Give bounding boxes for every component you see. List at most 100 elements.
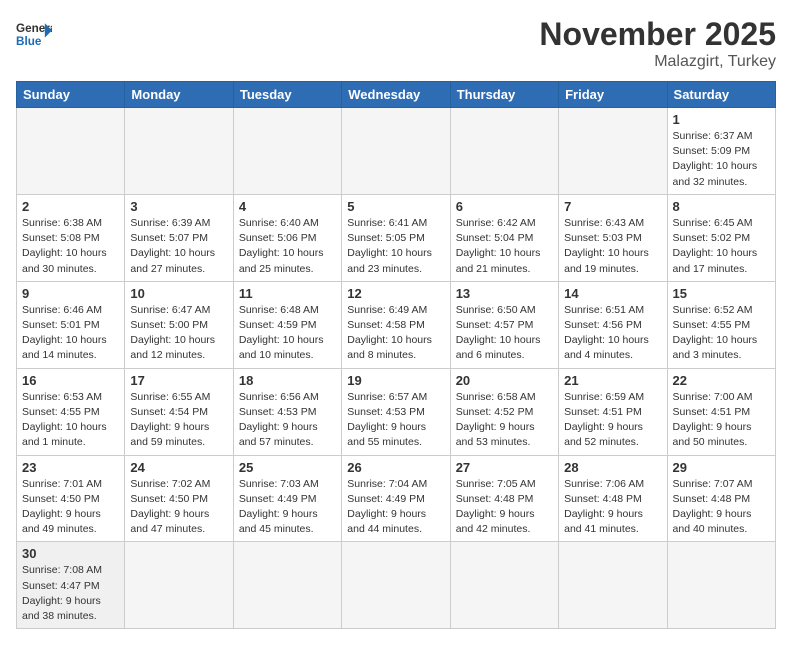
day-cell: 20 Sunrise: 6:58 AMSunset: 4:52 PMDayligh…: [450, 368, 558, 455]
day-cell: 4Sunrise: 6:40 AMSunset: 5:06 PMDaylight…: [233, 194, 341, 281]
logo-icon: General Blue: [16, 16, 52, 52]
page-header: General Blue November 2025 Malazgirt, Tu…: [16, 16, 776, 71]
day-info: Sunrise: 6:53 AMSunset: 4:55 PMDaylight:…: [22, 390, 119, 451]
day-cell: 21Sunrise: 6:59 AMSunset: 4:51 PMDayligh…: [559, 368, 667, 455]
day-cell: 3Sunrise: 6:39 AMSunset: 5:07 PMDaylight…: [125, 194, 233, 281]
day-number: 2: [22, 199, 119, 214]
day-cell: 22 Sunrise: 7:00 AMSunset: 4:51 PMDayligh…: [667, 368, 775, 455]
col-header-wednesday: Wednesday: [342, 82, 450, 108]
day-number: 22: [673, 373, 770, 388]
day-cell: 2Sunrise: 6:38 AMSunset: 5:08 PMDaylight…: [17, 194, 125, 281]
day-cell: [559, 108, 667, 195]
day-cell: 24 Sunrise: 7:02 AMSunset: 4:50 PMDayligh…: [125, 455, 233, 542]
day-info: Sunrise: 6:56 AMSunset: 4:53 PMDaylight:…: [239, 390, 336, 451]
day-info: Sunrise: 7:03 AMSunset: 4:49 PMDaylight:…: [239, 477, 336, 538]
day-cell: 29 Sunrise: 7:07 AMSunset: 4:48 PMDayligh…: [667, 455, 775, 542]
week-row-5: 23Sunrise: 7:01 AMSunset: 4:50 PMDayligh…: [17, 455, 776, 542]
day-number: 9: [22, 286, 119, 301]
day-info: Sunrise: 7:08 AMSunset: 4:47 PMDaylight:…: [22, 563, 119, 624]
day-cell: [17, 108, 125, 195]
day-number: 20: [456, 373, 553, 388]
day-info: Sunrise: 6:50 AMSunset: 4:57 PMDaylight:…: [456, 303, 553, 364]
day-cell: 27Sunrise: 7:05 AMSunset: 4:48 PMDayligh…: [450, 455, 558, 542]
location-title: Malazgirt, Turkey: [539, 53, 776, 71]
day-cell: [667, 542, 775, 629]
day-cell: [233, 542, 341, 629]
day-info: Sunrise: 7:06 AMSunset: 4:48 PMDaylight:…: [564, 477, 661, 538]
day-cell: [233, 108, 341, 195]
day-cell: 11 Sunrise: 6:48 AMSunset: 4:59 PMDayligh…: [233, 281, 341, 368]
col-header-monday: Monday: [125, 82, 233, 108]
week-row-2: 2Sunrise: 6:38 AMSunset: 5:08 PMDaylight…: [17, 194, 776, 281]
day-cell: 26 Sunrise: 7:04 AMSunset: 4:49 PMDayligh…: [342, 455, 450, 542]
day-info: Sunrise: 7:07 AMSunset: 4:48 PMDaylight:…: [673, 477, 770, 538]
week-row-6: 30Sunrise: 7:08 AMSunset: 4:47 PMDayligh…: [17, 542, 776, 629]
day-number: 10: [130, 286, 227, 301]
day-info: Sunrise: 6:40 AMSunset: 5:06 PMDaylight:…: [239, 216, 336, 277]
day-info: Sunrise: 6:55 AMSunset: 4:54 PMDaylight:…: [130, 390, 227, 451]
day-number: 11: [239, 286, 336, 301]
day-info: Sunrise: 7:02 AMSunset: 4:50 PMDaylight:…: [130, 477, 227, 538]
day-cell: 28 Sunrise: 7:06 AMSunset: 4:48 PMDayligh…: [559, 455, 667, 542]
day-info: Sunrise: 7:00 AMSunset: 4:51 PMDaylight:…: [673, 390, 770, 451]
day-info: Sunrise: 6:41 AMSunset: 5:05 PMDaylight:…: [347, 216, 444, 277]
day-info: Sunrise: 6:42 AMSunset: 5:04 PMDaylight:…: [456, 216, 553, 277]
day-info: Sunrise: 6:58 AMSunset: 4:52 PMDaylight:…: [456, 390, 553, 451]
col-header-friday: Friday: [559, 82, 667, 108]
day-cell: 5Sunrise: 6:41 AMSunset: 5:05 PMDaylight…: [342, 194, 450, 281]
day-cell: 9Sunrise: 6:46 AMSunset: 5:01 PMDaylight…: [17, 281, 125, 368]
day-number: 12: [347, 286, 444, 301]
col-header-sunday: Sunday: [17, 82, 125, 108]
day-number: 7: [564, 199, 661, 214]
month-title: November 2025: [539, 16, 776, 53]
day-cell: 23Sunrise: 7:01 AMSunset: 4:50 PMDayligh…: [17, 455, 125, 542]
day-cell: 8Sunrise: 6:45 AMSunset: 5:02 PMDaylight…: [667, 194, 775, 281]
day-cell: [450, 108, 558, 195]
day-number: 16: [22, 373, 119, 388]
day-cell: 16 Sunrise: 6:53 AMSunset: 4:55 PMDayligh…: [17, 368, 125, 455]
day-info: Sunrise: 6:37 AMSunset: 5:09 PMDaylight:…: [673, 129, 770, 190]
day-cell: 1Sunrise: 6:37 AMSunset: 5:09 PMDaylight…: [667, 108, 775, 195]
col-header-tuesday: Tuesday: [233, 82, 341, 108]
day-cell: [125, 542, 233, 629]
day-cell: [559, 542, 667, 629]
day-info: Sunrise: 6:57 AMSunset: 4:53 PMDaylight:…: [347, 390, 444, 451]
day-cell: [450, 542, 558, 629]
day-info: Sunrise: 6:43 AMSunset: 5:03 PMDaylight:…: [564, 216, 661, 277]
day-cell: 15Sunrise: 6:52 AMSunset: 4:55 PMDayligh…: [667, 281, 775, 368]
day-cell: 30Sunrise: 7:08 AMSunset: 4:47 PMDayligh…: [17, 542, 125, 629]
col-header-saturday: Saturday: [667, 82, 775, 108]
day-cell: 19 Sunrise: 6:57 AMSunset: 4:53 PMDayligh…: [342, 368, 450, 455]
day-cell: 12 Sunrise: 6:49 AMSunset: 4:58 PMDayligh…: [342, 281, 450, 368]
day-cell: 10Sunrise: 6:47 AMSunset: 5:00 PMDayligh…: [125, 281, 233, 368]
svg-text:Blue: Blue: [16, 35, 42, 48]
day-number: 15: [673, 286, 770, 301]
day-number: 29: [673, 460, 770, 475]
day-number: 8: [673, 199, 770, 214]
day-number: 17: [130, 373, 227, 388]
day-cell: 25 Sunrise: 7:03 AMSunset: 4:49 PMDayligh…: [233, 455, 341, 542]
day-cell: [342, 542, 450, 629]
logo: General Blue: [16, 16, 52, 52]
week-row-1: 1Sunrise: 6:37 AMSunset: 5:09 PMDaylight…: [17, 108, 776, 195]
day-number: 25: [239, 460, 336, 475]
day-cell: 17 Sunrise: 6:55 AMSunset: 4:54 PMDayligh…: [125, 368, 233, 455]
day-number: 18: [239, 373, 336, 388]
day-info: Sunrise: 7:05 AMSunset: 4:48 PMDaylight:…: [456, 477, 553, 538]
day-number: 28: [564, 460, 661, 475]
day-number: 24: [130, 460, 227, 475]
day-cell: 18 Sunrise: 6:56 AMSunset: 4:53 PMDayligh…: [233, 368, 341, 455]
day-info: Sunrise: 7:04 AMSunset: 4:49 PMDaylight:…: [347, 477, 444, 538]
week-row-4: 16 Sunrise: 6:53 AMSunset: 4:55 PMDayligh…: [17, 368, 776, 455]
day-number: 26: [347, 460, 444, 475]
day-number: 19: [347, 373, 444, 388]
calendar-header-row: SundayMondayTuesdayWednesdayThursdayFrid…: [17, 82, 776, 108]
day-cell: 6 Sunrise: 6:42 AMSunset: 5:04 PMDaylight…: [450, 194, 558, 281]
day-info: Sunrise: 6:48 AMSunset: 4:59 PMDaylight:…: [239, 303, 336, 364]
title-block: November 2025 Malazgirt, Turkey: [539, 16, 776, 71]
day-number: 6: [456, 199, 553, 214]
day-info: Sunrise: 6:49 AMSunset: 4:58 PMDaylight:…: [347, 303, 444, 364]
week-row-3: 9Sunrise: 6:46 AMSunset: 5:01 PMDaylight…: [17, 281, 776, 368]
day-info: Sunrise: 6:59 AMSunset: 4:51 PMDaylight:…: [564, 390, 661, 451]
day-cell: 7 Sunrise: 6:43 AMSunset: 5:03 PMDaylight…: [559, 194, 667, 281]
